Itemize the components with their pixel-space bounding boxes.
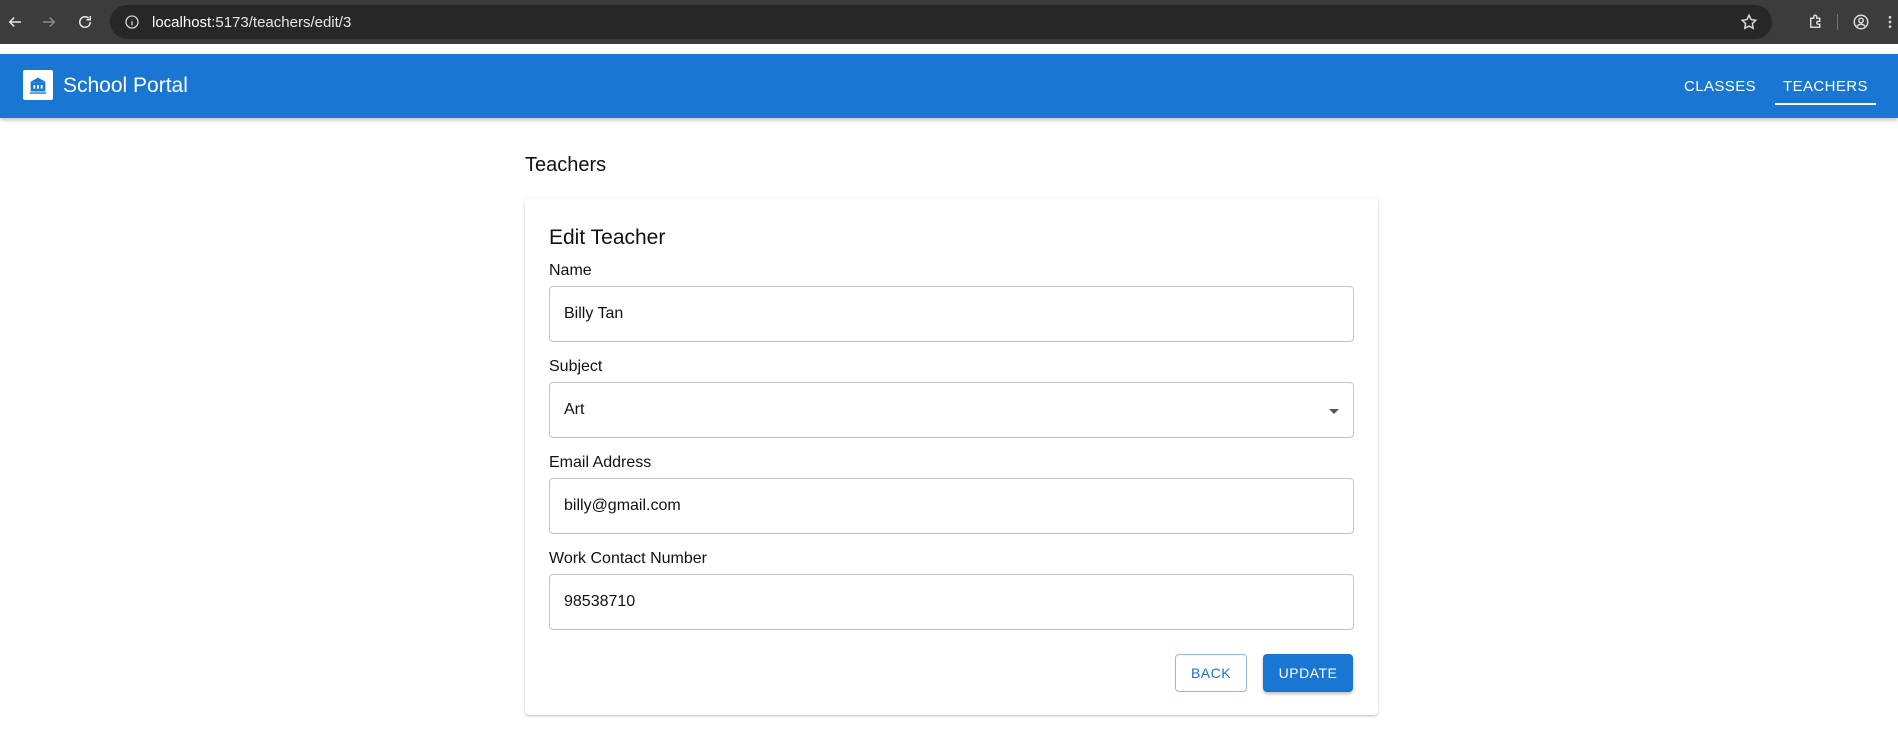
- browser-right-icons: [1793, 7, 1898, 37]
- profile-icon[interactable]: [1846, 7, 1876, 37]
- url-text: localhost:5173/teachers/edit/3: [152, 14, 351, 31]
- name-input[interactable]: Billy Tan: [549, 286, 1354, 342]
- browser-content-top: [0, 44, 1898, 54]
- address-bar[interactable]: localhost:5173/teachers/edit/3: [110, 5, 1772, 39]
- url-host: localhost: [152, 13, 212, 31]
- star-icon[interactable]: [1740, 13, 1758, 31]
- page-title: Teachers: [525, 154, 607, 176]
- subject-select[interactable]: Art: [549, 382, 1354, 438]
- arrow-right-icon: [43, 16, 56, 28]
- edit-teacher-card: Edit Teacher Name Billy Tan Subject Art …: [525, 198, 1378, 715]
- back-button[interactable]: [0, 7, 30, 37]
- contact-label: Work Contact Number: [549, 550, 707, 567]
- nav-classes[interactable]: CLASSES: [1684, 54, 1756, 118]
- subject-value: Art: [564, 401, 585, 418]
- arrow-left-icon: [8, 16, 21, 28]
- puzzle-icon[interactable]: [1801, 7, 1831, 37]
- browser-toolbar: localhost:5173/teachers/edit/3: [0, 0, 1898, 44]
- caret-down-icon: [1329, 409, 1339, 414]
- update-button[interactable]: UPDATE: [1263, 654, 1353, 692]
- school-logo-icon[interactable]: [23, 70, 53, 100]
- kebab-menu-icon[interactable]: [1882, 7, 1898, 37]
- forward-button[interactable]: [34, 7, 64, 37]
- contact-input[interactable]: 98538710: [549, 574, 1354, 630]
- email-input[interactable]: billy@gmail.com: [549, 478, 1354, 534]
- url-path: :5173/teachers/edit/3: [211, 13, 352, 31]
- reload-icon: [79, 16, 91, 28]
- subject-label: Subject: [549, 358, 603, 375]
- email-label: Email Address: [549, 454, 652, 471]
- app-brand[interactable]: School Portal: [63, 74, 188, 98]
- toolbar-divider: [1837, 14, 1838, 30]
- info-icon[interactable]: [124, 14, 140, 30]
- form-title: Edit Teacher: [549, 226, 666, 249]
- reload-button[interactable]: [70, 7, 100, 37]
- nav-teachers[interactable]: TEACHERS: [1775, 54, 1876, 118]
- app-header: School Portal CLASSES TEACHERS: [0, 54, 1898, 118]
- back-form-button[interactable]: BACK: [1175, 654, 1247, 692]
- name-label: Name: [549, 262, 592, 279]
